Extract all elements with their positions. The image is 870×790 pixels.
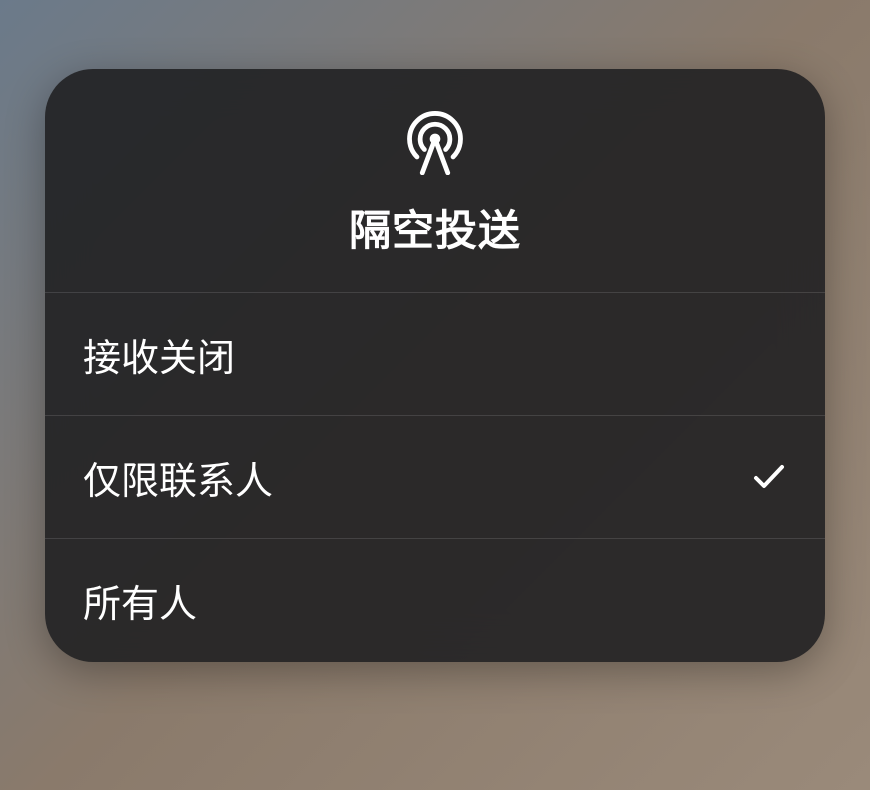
option-label: 接收关闭 [83,327,235,382]
panel-title: 隔空投送 [349,197,521,258]
airdrop-settings-panel: 隔空投送 接收关闭 仅限联系人 所有人 [45,69,825,662]
airdrop-icon [401,107,469,175]
checkmark-icon [751,459,787,495]
options-list: 接收关闭 仅限联系人 所有人 [45,293,825,662]
option-contacts-only[interactable]: 仅限联系人 [45,416,825,539]
panel-header: 隔空投送 [45,69,825,293]
option-label: 所有人 [83,573,197,628]
option-label: 仅限联系人 [83,450,273,505]
option-everyone[interactable]: 所有人 [45,539,825,662]
option-receiving-off[interactable]: 接收关闭 [45,293,825,416]
